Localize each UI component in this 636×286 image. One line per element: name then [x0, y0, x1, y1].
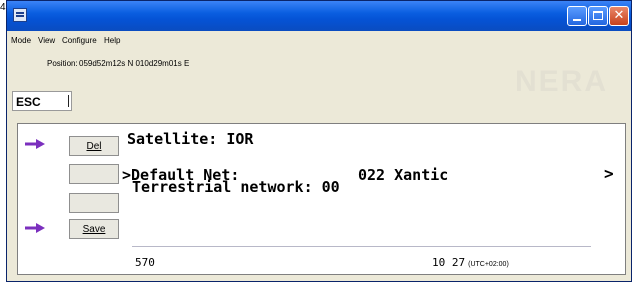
esc-button[interactable]: ESC	[12, 91, 72, 111]
title-bar[interactable]: ✕	[7, 1, 631, 31]
del-softkey[interactable]: Del	[69, 136, 119, 156]
edge-mark: 4	[0, 2, 6, 13]
default-net-value: 022 Xantic	[358, 166, 449, 184]
blank-softkey-2[interactable]	[69, 193, 119, 213]
menu-configure[interactable]: Configure	[62, 36, 97, 45]
menu-help[interactable]: Help	[104, 36, 120, 45]
status-divider	[132, 246, 591, 247]
menu-bar: Mode View Configure Help	[7, 32, 631, 50]
minimize-icon[interactable]	[567, 6, 587, 26]
app-icon[interactable]	[13, 8, 27, 22]
save-softkey[interactable]: Save	[69, 219, 119, 239]
status-time: 10 27	[432, 256, 466, 269]
brand-watermark: NERA	[515, 65, 609, 98]
chevron-right-icon[interactable]: >	[604, 164, 614, 183]
terminal-display-panel: Del Save Satellite: IOR >Default Net: 02…	[17, 123, 626, 275]
menu-view[interactable]: View	[38, 36, 55, 45]
status-clock: 10 27 (UTC+02:00)	[432, 256, 509, 269]
app-window: ✕ Mode View Configure Help Position: 059…	[6, 0, 632, 282]
status-timezone: (UTC+02:00)	[468, 261, 509, 268]
menu-mode[interactable]: Mode	[11, 36, 31, 45]
arrow-right-icon	[25, 139, 45, 149]
maximize-icon[interactable]	[588, 6, 608, 26]
arrow-right-icon	[25, 223, 45, 233]
status-left-value: 570	[135, 256, 155, 269]
terrestrial-network-line: Terrestrial network: 00	[132, 178, 340, 196]
satellite-line: Satellite: IOR	[127, 130, 254, 148]
blank-softkey-1[interactable]	[69, 164, 119, 184]
position-value: 059d52m12s N 010d29m01s E	[79, 59, 190, 68]
close-icon[interactable]: ✕	[609, 6, 629, 26]
